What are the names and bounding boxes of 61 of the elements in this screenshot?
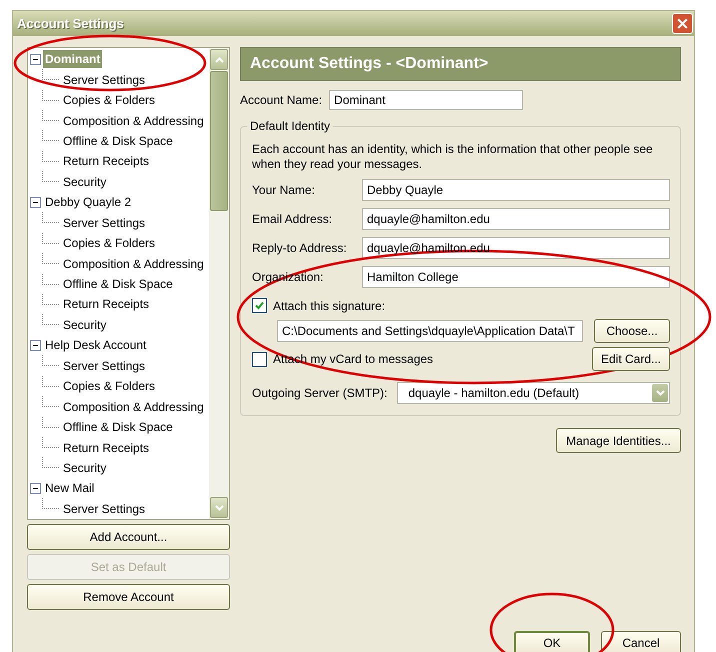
tree-item[interactable]: Security bbox=[61, 316, 108, 334]
collapse-icon[interactable] bbox=[30, 196, 41, 208]
tree-item[interactable]: Help Desk Account bbox=[43, 336, 148, 354]
smtp-dropdown[interactable]: dquayle - hamilton.edu (Default) bbox=[397, 382, 670, 404]
field-label: Your Name: bbox=[252, 183, 316, 197]
collapse-icon[interactable] bbox=[30, 340, 41, 351]
tree-item[interactable]: Offline & Disk Space bbox=[61, 132, 175, 150]
chevron-down-icon bbox=[656, 390, 664, 396]
tree-item[interactable]: Composition & Addressing bbox=[61, 112, 206, 130]
default-button[interactable]: OK bbox=[514, 631, 590, 652]
choose-button[interactable]: Choose... bbox=[594, 319, 670, 343]
tree-item[interactable]: Debby Quayle 2 bbox=[43, 193, 134, 212]
window-title: Account Settings bbox=[17, 16, 124, 31]
scrollbar[interactable] bbox=[209, 48, 229, 519]
tree-item[interactable]: Server Settings bbox=[61, 356, 148, 375]
field-label: Email Address: bbox=[252, 212, 334, 226]
tree-item[interactable]: Composition & Addressing bbox=[61, 254, 206, 273]
dialog-button[interactable]: Cancel bbox=[601, 631, 681, 652]
tree-item[interactable]: Copies & Folders bbox=[61, 91, 158, 110]
tree-item[interactable]: Security bbox=[61, 458, 108, 477]
checkbox[interactable] bbox=[252, 352, 267, 366]
edit-card-button[interactable]: Edit Card... bbox=[592, 347, 670, 371]
tree-item[interactable]: Server Settings bbox=[61, 214, 148, 232]
input-field[interactable]: Hamilton College bbox=[362, 266, 670, 288]
chevron-up-icon bbox=[214, 56, 224, 62]
tree-item[interactable]: Composition & Addressing bbox=[61, 398, 206, 416]
account-name-field[interactable]: Dominant bbox=[329, 90, 524, 110]
tree-item[interactable]: Server Settings bbox=[61, 70, 148, 89]
field-label: Outgoing Server (SMTP): bbox=[252, 386, 388, 400]
close-button[interactable]: × bbox=[672, 13, 693, 34]
description-text: Each account has an identity, which is the information that other people see when they read your messages. bbox=[252, 142, 654, 172]
tree-item[interactable]: Return Receipts bbox=[61, 295, 152, 314]
panel-header: Account Settings - <Dominant> bbox=[240, 47, 681, 81]
group-legend: Default Identity bbox=[247, 119, 334, 133]
signature-path-field[interactable]: C:\Documents and Settings\dquayle\Application Data\T bbox=[277, 320, 583, 342]
tree-item[interactable]: Security bbox=[61, 172, 108, 191]
collapse-icon[interactable] bbox=[30, 54, 41, 65]
tree-item[interactable]: Offline & Disk Space bbox=[61, 418, 175, 436]
field-label: Account Name: bbox=[240, 93, 322, 107]
checkbox[interactable] bbox=[252, 298, 267, 313]
input-field[interactable]: dquayle@hamilton.edu bbox=[362, 208, 670, 230]
chevron-down-icon bbox=[214, 504, 224, 510]
checkbox-label: Attach this signature: bbox=[273, 298, 386, 312]
scroll-up-button[interactable] bbox=[210, 49, 228, 70]
tree-item[interactable]: Offline & Disk Space bbox=[61, 275, 175, 294]
scroll-thumb[interactable] bbox=[210, 71, 228, 211]
scroll-down-button[interactable] bbox=[210, 497, 228, 518]
collapse-icon[interactable] bbox=[30, 482, 41, 494]
account-button[interactable]: Remove Account bbox=[27, 584, 230, 610]
manage-identities-button[interactable]: Manage Identities... bbox=[556, 428, 681, 453]
tree-item[interactable]: Copies & Folders bbox=[61, 234, 158, 252]
input-field[interactable]: Debby Quayle bbox=[362, 179, 670, 201]
tree-item[interactable]: Copies & Folders bbox=[61, 377, 158, 396]
account-button[interactable]: Add Account... bbox=[27, 524, 230, 550]
input-field[interactable]: dquayle@hamilton.edu bbox=[362, 237, 670, 259]
tree-item[interactable]: Server Settings bbox=[61, 500, 148, 518]
tree-item[interactable]: New Mail bbox=[43, 479, 96, 498]
tree-item[interactable]: Return Receipts bbox=[61, 152, 152, 170]
checkmark-icon bbox=[255, 301, 264, 310]
field-label: Reply-to Address: bbox=[252, 241, 348, 255]
tree-item[interactable]: Return Receipts bbox=[61, 438, 152, 457]
